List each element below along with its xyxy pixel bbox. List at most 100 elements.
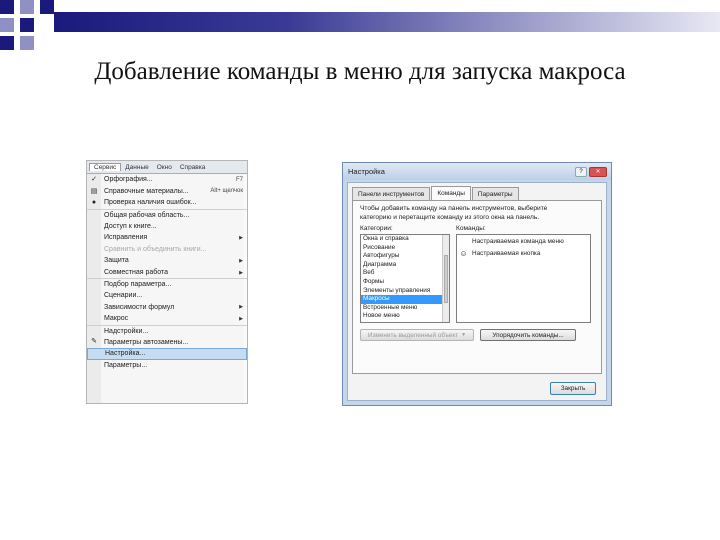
menu-item-label: Параметры автозамены... [104,338,189,346]
menu-item[interactable]: Настройка... [87,347,247,360]
menu-item-label: Справочные материалы... [104,187,189,195]
menubar-item-help[interactable]: Справка [176,164,210,171]
menu-item-label: Надстройки... [104,327,149,335]
menu-item-label: Проверка наличия ошибок... [104,199,197,207]
decor-square [40,0,54,14]
menu-item[interactable]: Подбор параметра... [87,278,247,290]
commands-list: Настраиваемая команда меню ☺ Настраиваемая… [457,235,590,259]
rearrange-commands-label: Упорядочить команды... [492,331,564,339]
menu-item[interactable]: ● Проверка наличия ошибок... [87,197,247,209]
command-item-label: Настраиваемая кнопка [472,249,541,257]
menu-item[interactable]: Доступ к книге... [87,220,247,232]
chevron-down-icon: ▼ [461,332,467,338]
menu-item[interactable]: Общая рабочая область... [87,208,247,221]
book-icon: ▤ [90,187,98,195]
category-item[interactable]: Новое меню [361,312,449,321]
categories-listbox[interactable]: Окна и справка Рисование Автофигуры Диаграм… [360,234,450,323]
menu-item-label: Параметры... [104,361,148,369]
close-icon[interactable]: ✕ [589,166,607,177]
submenu-arrow-icon: ▶ [239,269,243,276]
menu-item[interactable]: Надстройки... [87,324,247,337]
tab-commands[interactable]: Команды [431,186,471,200]
menu-item-label: Зависимости формул [104,303,175,311]
category-item[interactable]: Макросы [361,295,449,304]
slide-title: Добавление команды в меню для запуска ма… [94,58,626,85]
commands-listbox[interactable]: Настраиваемая команда меню ☺ Настраиваемая… [456,234,591,323]
category-item[interactable]: Диаграмма [361,261,449,270]
submenu-arrow-icon: ▶ [239,315,243,322]
category-item[interactable]: Веб [361,269,449,278]
menu-item-label: Исправления [104,234,148,242]
menu-item-label: Макрос [104,315,129,323]
autocorrect-icon: ✎ [91,338,97,346]
menu-item-label: Защита [104,257,129,265]
tab-toolbars[interactable]: Панели инструментов [352,187,431,200]
command-item[interactable]: Настраиваемая команда меню [457,235,590,247]
menu-item[interactable]: Совместная работа ▶ [87,267,247,279]
menu-item[interactable]: Сценарии... [87,290,247,302]
menu-item-shortcut: Alt+ щелчок [210,188,243,195]
dialog-titlebar: Настройка ? ✕ [343,163,611,180]
menubar-item-data[interactable]: Данные [121,164,152,171]
decor-square [0,18,14,32]
command-item[interactable]: ☺ Настраиваемая кнопка [457,247,590,259]
menu-item-label: Орфография... [104,176,153,184]
menu-item[interactable]: Параметры... [87,360,247,372]
category-item[interactable]: Рисование [361,244,449,253]
decor-square [20,0,34,14]
menu-item-shortcut: F7 [235,176,243,183]
menu-item-label: Подбор параметра... [104,281,172,289]
category-item[interactable]: Элементы управления [361,287,449,296]
instruction-text: Чтобы добавить команду на панель инструм… [360,205,548,221]
tab-options[interactable]: Параметры [471,187,519,200]
submenu-arrow-icon: ▶ [239,257,243,264]
menu-item[interactable]: ✎ Параметры автозамены... [87,336,247,348]
tools-menu-list: ✓ Орфография... F7 ▤ Справочные материалы...… [87,174,247,371]
menu-item-label: Общая рабочая область... [104,211,190,219]
smiley-icon: ☺ [459,248,468,258]
close-button-label: Закрыть [560,385,586,392]
modify-selection-label: Изменить выделенный объект [367,331,459,339]
category-item[interactable]: Окна и справка [361,235,449,244]
rearrange-commands-button[interactable]: Упорядочить команды... [480,329,576,341]
categories-scrollbar[interactable] [442,235,449,322]
categories-label: Категории: [360,225,393,232]
help-button[interactable]: ? [575,166,587,177]
category-item[interactable]: Автофигуры [361,252,449,261]
menubar-item-tools[interactable]: Сервис [89,163,122,171]
commands-label: Команды: [456,225,486,232]
menu-item[interactable]: Макрос ▶ [87,313,247,325]
submenu-arrow-icon: ▶ [239,304,243,311]
close-button[interactable]: Закрыть [550,382,596,395]
customize-dialog: Настройка ? ✕ Панели инструментов Команд… [342,162,612,406]
category-item[interactable]: Встроенные меню [361,304,449,313]
decor-square [20,18,34,32]
menu-item-label: Настройка... [105,350,146,358]
menubar-item-window[interactable]: Окно [153,164,176,171]
menu-item[interactable]: Зависимости формул ▶ [87,302,247,314]
menu-item-label: Совместная работа [104,269,169,277]
category-item[interactable]: Формы [361,278,449,287]
decor-square [0,0,14,14]
menubar: Сервис Данные Окно Справка [87,161,247,174]
dialog-tabs: Панели инструментов Команды Параметры [352,186,520,200]
menu-item: Сравнить и объединить книги... [87,244,247,256]
menu-item[interactable]: Защита ▶ [87,255,247,267]
categories-list: Окна и справка Рисование Автофигуры Диаграм… [361,235,449,321]
command-item-label: Настраиваемая команда меню [472,237,564,245]
custom-menu-command-icon [459,237,468,246]
menu-item-label: Сценарии... [104,292,143,300]
tools-menu-screenshot: Сервис Данные Окно Справка ✓ Орфография..… [86,160,248,404]
menu-item[interactable]: Исправления ▶ [87,232,247,244]
header-gradient-bar [54,12,720,32]
menu-item[interactable]: ▤ Справочные материалы... Alt+ щелчок [87,186,247,198]
scrollbar-thumb[interactable] [444,255,448,303]
dialog-title: Настройка [348,167,385,176]
decor-square [0,36,14,50]
error-check-icon: ● [91,199,97,207]
submenu-arrow-icon: ▶ [239,234,243,241]
modify-selection-button: Изменить выделенный объект ▼ [360,329,474,341]
menu-item-label: Сравнить и объединить книги... [104,245,207,253]
menu-item[interactable]: ✓ Орфография... F7 [87,174,247,186]
decor-square [20,36,34,50]
